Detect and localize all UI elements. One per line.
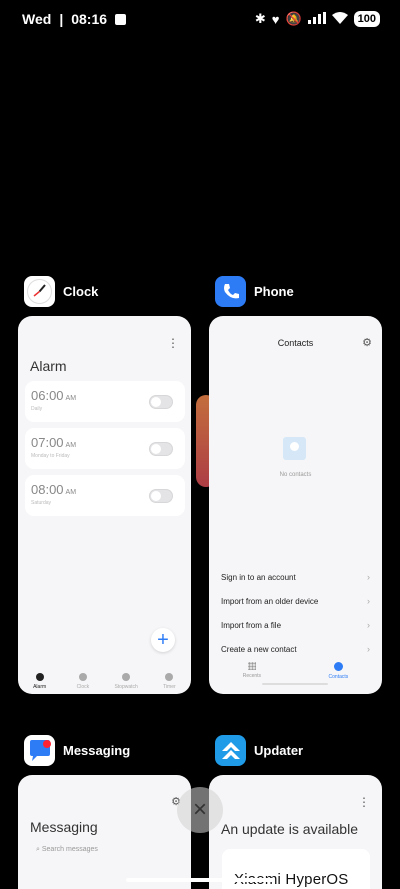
chevron-right-icon: › bbox=[367, 620, 370, 630]
chevron-right-icon: › bbox=[367, 596, 370, 606]
recents-screen: Wed | 08:16 ✱ ♥ 🔕 100 Clock ⋮ Alarm 06:0… bbox=[0, 0, 400, 889]
updater-app-name: Updater bbox=[254, 743, 304, 758]
tab-timer: Timer bbox=[149, 673, 189, 690]
alarm-item: 08:00 AM Saturday bbox=[25, 475, 185, 516]
alarm-item: 06:00 AM Daily bbox=[25, 381, 185, 422]
clock-app-name: Clock bbox=[63, 284, 99, 299]
alarm-toggle bbox=[149, 442, 173, 456]
phone-app-header[interactable]: Phone bbox=[215, 276, 294, 307]
menu-item-import-older-device: Import from an older device › bbox=[221, 596, 370, 606]
os-banner: Xiaomi HyperOS bbox=[222, 849, 370, 889]
person-icon bbox=[333, 662, 343, 671]
alarm-title: Alarm bbox=[30, 358, 67, 374]
alarm-time: 08:00 bbox=[31, 482, 64, 497]
stopwatch-icon bbox=[122, 673, 131, 681]
updater-card[interactable]: ⋮ An update is available Xiaomi HyperOS bbox=[209, 775, 382, 889]
alarm-time: 06:00 bbox=[31, 388, 64, 403]
clock-tab-bar: Alarm Clock Stopwatch Timer bbox=[18, 673, 191, 690]
alarm-item: 07:00 AM Monday to Friday bbox=[25, 428, 185, 469]
contacts-title: Contacts bbox=[277, 338, 314, 348]
messaging-card[interactable]: ⚙ Messaging ⌕ Search messages bbox=[18, 775, 191, 889]
keypad-icon bbox=[247, 662, 256, 670]
wifi-icon bbox=[331, 11, 348, 27]
alarm-time: 07:00 bbox=[31, 435, 64, 450]
clock-app-header[interactable]: Clock bbox=[24, 276, 98, 307]
tab-alarm: Alarm bbox=[20, 673, 60, 690]
battery-indicator: 100 bbox=[353, 11, 380, 27]
messaging-app-name: Messaging bbox=[63, 743, 131, 758]
status-bar: Wed | 08:16 ✱ ♥ 🔕 100 bbox=[0, 0, 400, 38]
alarm-toggle bbox=[149, 395, 173, 409]
hourglass-icon bbox=[165, 673, 174, 681]
gear-icon: ⚙ bbox=[362, 337, 372, 349]
status-time: 08:16 bbox=[71, 11, 108, 27]
tab-clock: Clock bbox=[63, 673, 103, 690]
menu-item-import-file: Import from a file › bbox=[221, 620, 370, 630]
alarm-ampm: AM bbox=[65, 442, 77, 449]
alarm-subtitle: Saturday bbox=[31, 500, 52, 506]
updater-app-icon bbox=[215, 735, 246, 766]
add-alarm-button: + bbox=[151, 628, 175, 652]
search-messages-placeholder: Search messages bbox=[41, 846, 98, 853]
phone-app-name: Phone bbox=[254, 284, 294, 299]
heart-icon: ♥ bbox=[271, 11, 280, 27]
tab-contacts: Contacts bbox=[329, 662, 348, 680]
menu-item-sign-in: Sign in to an account › bbox=[221, 572, 370, 582]
status-right: ✱ ♥ 🔕 100 bbox=[255, 11, 380, 27]
messaging-app-header[interactable]: Messaging bbox=[24, 735, 130, 766]
alarm-ampm: AM bbox=[65, 489, 77, 496]
phone-app-icon bbox=[215, 276, 246, 307]
signal-icon bbox=[307, 11, 326, 27]
messaging-app-icon bbox=[24, 735, 55, 766]
alarm-subtitle: Monday to Friday bbox=[31, 453, 70, 459]
phone-card[interactable]: Contacts ⚙ No contacts Sign in to an acc… bbox=[209, 316, 382, 694]
updater-app-header[interactable]: Updater bbox=[215, 735, 303, 766]
more-icon: ⋮ bbox=[167, 336, 179, 350]
contact-placeholder-icon bbox=[283, 437, 306, 460]
alarm-icon bbox=[35, 673, 44, 681]
no-contacts-text: No contacts bbox=[279, 472, 312, 478]
bluetooth-icon: ✱ bbox=[254, 11, 266, 26]
update-available-title: An update is available bbox=[221, 821, 358, 837]
menu-item-create-contact: Create a new contact › bbox=[221, 644, 370, 654]
tab-recents: Recents bbox=[243, 662, 261, 680]
alarm-toggle bbox=[149, 489, 173, 503]
tab-stopwatch: Stopwatch bbox=[106, 673, 146, 690]
chevron-right-icon: › bbox=[367, 644, 370, 654]
clock-app-icon bbox=[24, 276, 55, 307]
home-gesture-bar[interactable] bbox=[126, 878, 274, 882]
status-left: Wed | 08:16 bbox=[22, 11, 127, 27]
more-icon: ⋮ bbox=[358, 795, 370, 809]
alarm-subtitle: Daily bbox=[31, 406, 43, 412]
status-day: Wed bbox=[22, 11, 52, 27]
phone-tab-bar: Recents Contacts bbox=[209, 662, 382, 680]
clock-icon bbox=[78, 673, 87, 681]
close-all-button[interactable]: × bbox=[177, 787, 223, 833]
chevron-right-icon: › bbox=[367, 572, 370, 582]
clock-card[interactable]: ⋮ Alarm 06:00 AM Daily 07:00 AM Monday to … bbox=[18, 316, 191, 694]
screenshot-notification-icon bbox=[115, 13, 127, 25]
status-separator: | bbox=[59, 11, 64, 27]
mute-icon: 🔕 bbox=[285, 11, 302, 26]
phone-gesture-bar bbox=[262, 683, 328, 685]
messaging-title: Messaging bbox=[30, 819, 98, 835]
alarm-ampm: AM bbox=[65, 395, 77, 402]
